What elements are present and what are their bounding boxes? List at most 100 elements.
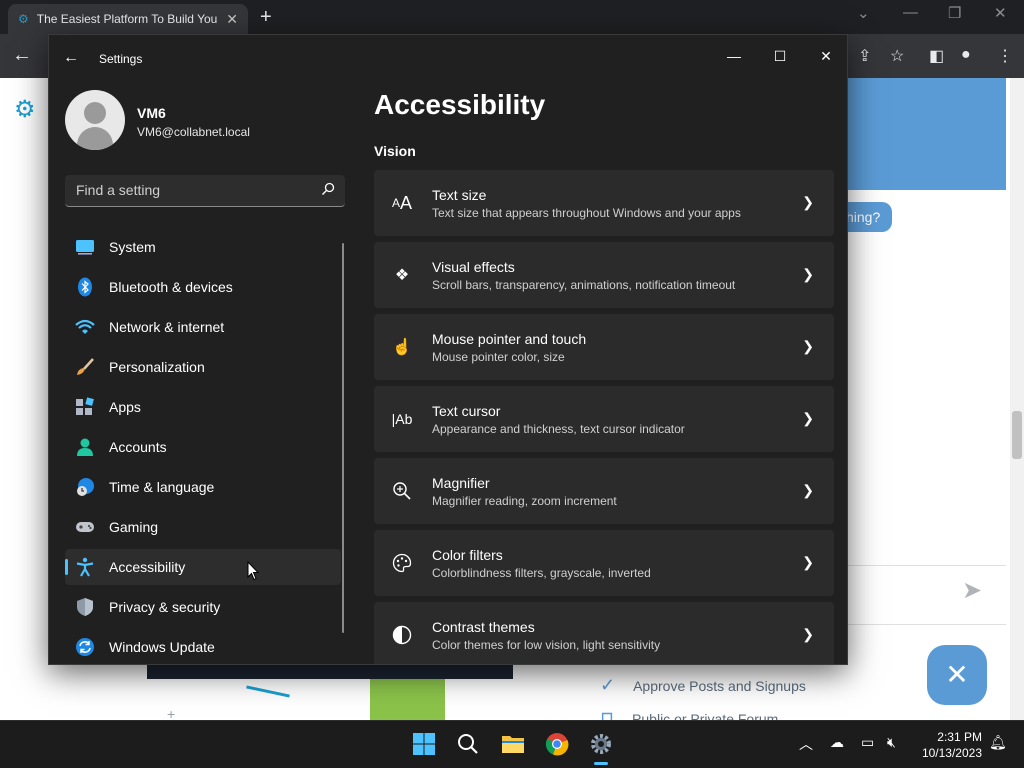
- chrome-button[interactable]: [541, 728, 573, 760]
- mouse-cursor-icon: [247, 561, 259, 581]
- back-arrow-icon[interactable]: ←: [63, 49, 79, 67]
- nav-label: Time & language: [109, 479, 215, 495]
- show-hidden-icons-chevron-icon[interactable]: ︿: [799, 734, 813, 754]
- search-icon[interactable]: [321, 182, 335, 196]
- card-title: Mouse pointer and touch: [432, 330, 587, 347]
- card-text-cursor[interactable]: |Ab Text cursor Appearance and thickness,…: [374, 386, 834, 452]
- share-icon[interactable]: ⇪: [858, 46, 871, 66]
- nav-item-gaming[interactable]: Gaming: [65, 509, 341, 545]
- send-icon[interactable]: ➤: [962, 576, 982, 605]
- search-input[interactable]: [65, 175, 305, 205]
- display-icon[interactable]: ▭: [861, 734, 874, 751]
- windows-logo-icon: [413, 733, 435, 755]
- nav-item-time-language[interactable]: Time & language: [65, 469, 341, 505]
- card-visual-effects[interactable]: ❖ Visual effects Scroll bars, transparenc…: [374, 242, 834, 308]
- maximize-icon[interactable]: ☐: [757, 41, 803, 71]
- bluetooth-icon: [78, 277, 92, 297]
- taskbar-search-button[interactable]: [452, 728, 484, 760]
- card-magnifier[interactable]: Magnifier Magnifier reading, zoom increme…: [374, 458, 834, 524]
- nav-item-bluetooth[interactable]: Bluetooth & devices: [65, 269, 341, 305]
- person-icon: [77, 438, 93, 456]
- browser-close-icon[interactable]: ✕: [994, 4, 1007, 22]
- apps-icon: [76, 397, 94, 415]
- nav-label: Apps: [109, 399, 141, 415]
- nav-item-system[interactable]: System: [65, 229, 341, 265]
- palette-icon: [390, 551, 414, 575]
- chevron-right-icon: ❯: [802, 338, 814, 354]
- tab-close-icon[interactable]: ✕: [226, 11, 238, 28]
- side-panel-icon[interactable]: ◧: [929, 46, 944, 66]
- card-mouse-pointer[interactable]: ☝ Mouse pointer and touch Mouse pointer c…: [374, 314, 834, 380]
- settings-titlebar: ← Settings — ☐ ✕: [49, 35, 847, 81]
- main-content: Accessibility Vision AA Text size Text si…: [374, 89, 834, 664]
- section-heading: Vision: [374, 143, 416, 159]
- search-box[interactable]: [65, 175, 345, 207]
- avatar[interactable]: [65, 90, 125, 150]
- chevron-right-icon: ❯: [802, 554, 814, 570]
- contrast-icon: [390, 623, 414, 647]
- browser-menu-icon[interactable]: ⋮: [997, 46, 1013, 66]
- nav-item-apps[interactable]: Apps: [65, 389, 341, 425]
- nav-label: Gaming: [109, 519, 159, 535]
- new-tab-button[interactable]: +: [260, 6, 272, 29]
- nav-label: Personalization: [109, 359, 205, 375]
- card-desc: Scroll bars, transparency, animations, n…: [432, 277, 736, 292]
- card-desc: Text size that appears throughout Window…: [432, 205, 741, 220]
- text-cursor-icon: |Ab: [391, 411, 413, 427]
- check-circle-icon: ✓: [600, 675, 616, 695]
- nav-item-personalization[interactable]: Personalization: [65, 349, 341, 385]
- page-scrollbar-thumb[interactable]: [1012, 411, 1022, 459]
- nav-label: Bluetooth & devices: [109, 279, 233, 295]
- profile-icon[interactable]: ●: [961, 46, 971, 64]
- browser-back-icon[interactable]: ←: [12, 44, 32, 67]
- settings-app-button[interactable]: [585, 728, 617, 760]
- nav-item-accessibility[interactable]: Accessibility: [65, 549, 341, 585]
- card-desc: Colorblindness filters, grayscale, inver…: [432, 565, 651, 580]
- feature-text: Approve Posts and Signups: [633, 677, 806, 694]
- settings-nav: System Bluetooth & devices Network & int…: [65, 229, 341, 664]
- window-title: Settings: [99, 52, 143, 66]
- browser-restore-icon[interactable]: ❐: [948, 4, 961, 22]
- file-explorer-button[interactable]: [497, 728, 529, 760]
- browser-tab[interactable]: ⚙ The Easiest Platform To Build You ✕: [8, 4, 248, 34]
- avatar-body: [77, 127, 113, 150]
- browser-minimize-icon[interactable]: —: [903, 4, 918, 21]
- nav-item-privacy[interactable]: Privacy & security: [65, 589, 341, 625]
- card-text-size[interactable]: AA Text size Text size that appears throu…: [374, 170, 834, 236]
- card-contrast-themes[interactable]: Contrast themes Color themes for low visi…: [374, 602, 834, 664]
- feature-item: ✓ Approve Posts and Signups: [600, 675, 806, 696]
- start-button[interactable]: [408, 728, 440, 760]
- nav-label: Windows Update: [109, 639, 215, 655]
- tab-search-chevron-icon[interactable]: ⌄: [857, 4, 870, 22]
- chevron-right-icon: ❯: [802, 194, 814, 210]
- pointer-touch-icon: ☝: [392, 339, 412, 356]
- gamepad-icon: [76, 522, 94, 532]
- minimize-icon[interactable]: —: [711, 41, 757, 71]
- sparkle-icon: ❖: [394, 267, 410, 284]
- clock-time: 2:31 PM: [937, 730, 982, 744]
- taskbar-clock[interactable]: 2:31 PM 10/13/2023: [912, 729, 982, 761]
- folder-icon: [502, 736, 524, 753]
- nav-item-network[interactable]: Network & internet: [65, 309, 341, 345]
- card-desc: Magnifier reading, zoom increment: [432, 493, 617, 508]
- close-chat-button[interactable]: ✕: [927, 645, 987, 705]
- accessibility-icon: [76, 557, 94, 577]
- illustration-block: [370, 679, 445, 720]
- search-icon: [458, 734, 478, 754]
- close-icon[interactable]: ✕: [803, 41, 847, 71]
- user-email: VM6@collabnet.local: [137, 125, 250, 139]
- card-title: Color filters: [432, 546, 503, 563]
- speaker-muted-icon[interactable]: 🔇︎: [887, 734, 896, 751]
- network-cloud-icon[interactable]: ☁: [830, 734, 844, 751]
- card-title: Text size: [432, 186, 487, 203]
- page-scrollbar[interactable]: [1010, 78, 1024, 720]
- nav-item-accounts[interactable]: Accounts: [65, 429, 341, 465]
- bookmark-star-icon[interactable]: ☆: [890, 46, 904, 66]
- nav-scrollbar[interactable]: [342, 243, 344, 633]
- card-color-filters[interactable]: Color filters Colorblindness filters, gra…: [374, 530, 834, 596]
- globe-clock-icon: [77, 478, 94, 496]
- chat-input-area[interactable]: [848, 565, 1006, 625]
- notification-bell-icon[interactable]: 🔔︎: [989, 734, 1007, 751]
- magnifier-icon: [390, 479, 414, 503]
- nav-item-windows-update[interactable]: Windows Update: [65, 629, 341, 664]
